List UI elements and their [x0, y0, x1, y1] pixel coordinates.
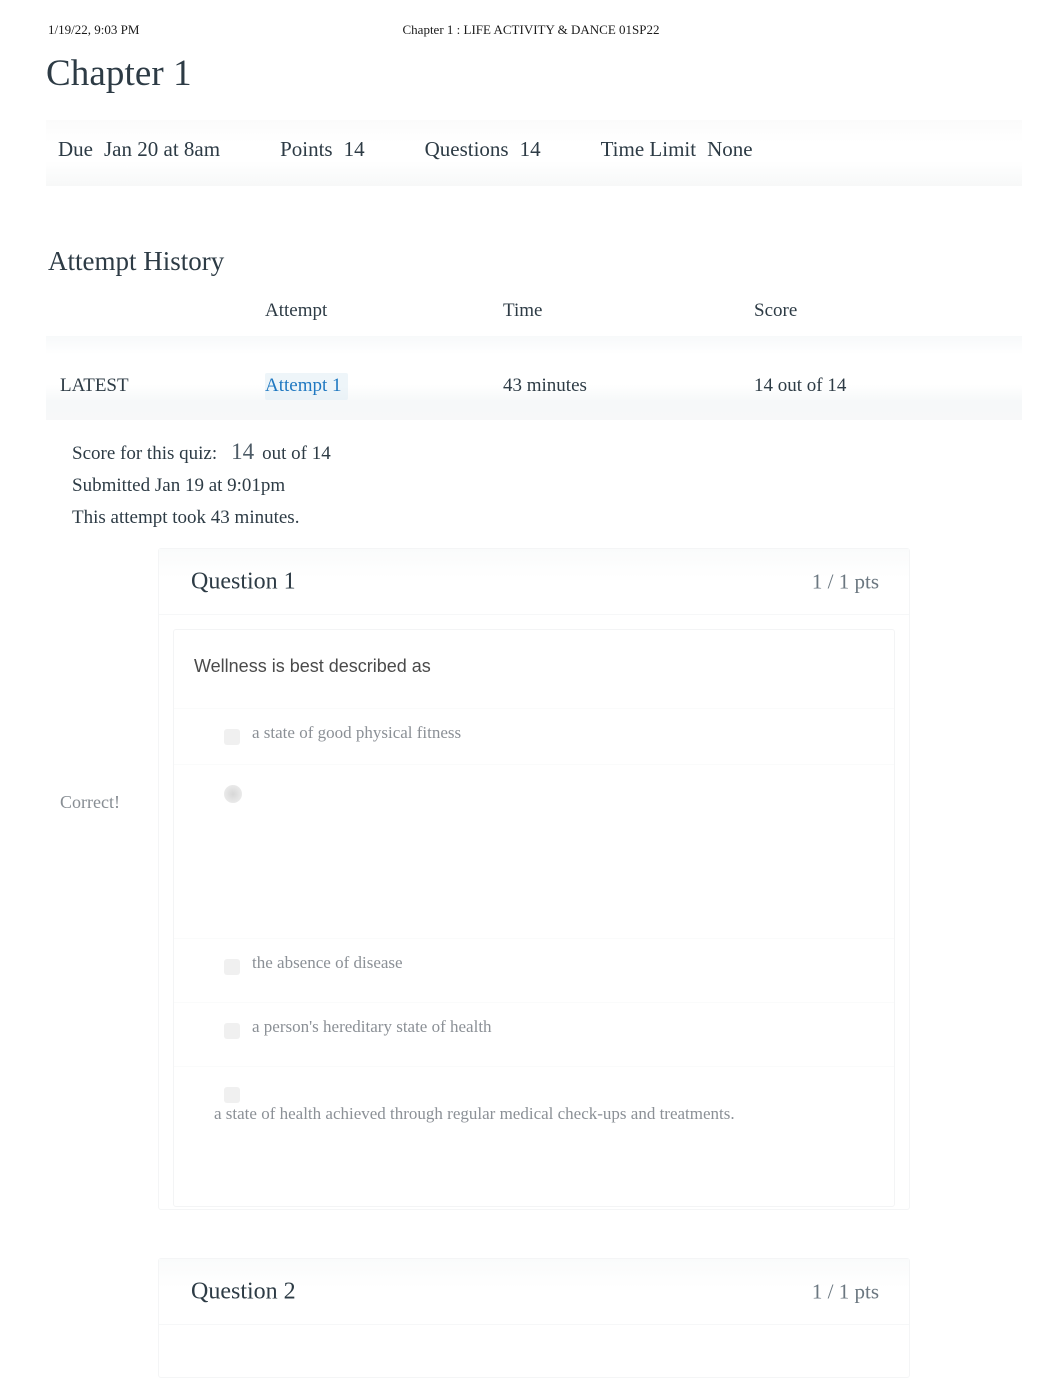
radio-button-icon[interactable]	[224, 1023, 240, 1039]
table-row: LATEST Attempt 1 43 minutes 14 out of 14	[46, 336, 1022, 420]
answer-option[interactable]: a person's hereditary state of health	[174, 1002, 894, 1066]
submitted-line: Submitted Jan 19 at 9:01pm	[72, 475, 286, 496]
score-line: Score for this quiz: 14 out of 14	[72, 436, 331, 470]
due-label: Due	[58, 136, 93, 161]
answer-text: a state of good physical fitness	[252, 723, 462, 742]
question-1-text: Wellness is best described as	[194, 656, 431, 676]
attempt-score: 14 out of 14	[754, 375, 847, 396]
question-1-header: Question 1 1 / 1 pts	[159, 549, 909, 615]
answer-text: the absence of disease	[252, 953, 403, 972]
time-limit-label: Time Limit	[600, 136, 697, 161]
answer-option-selected[interactable]	[174, 764, 894, 938]
score-value: 14	[231, 439, 255, 464]
attempt-history-heading: Attempt History	[48, 246, 225, 276]
print-header: 1/19/22, 9:03 PM Chapter 1 : LIFE ACTIVI…	[0, 22, 1062, 44]
attempt-link-cell: Attempt 1	[265, 373, 348, 400]
answer-option[interactable]: a state of health achieved through regul…	[174, 1066, 894, 1186]
attempt-1-link[interactable]: Attempt 1	[265, 373, 348, 400]
radio-button-selected-icon[interactable]	[224, 785, 242, 803]
question-2-header: Question 2 1 / 1 pts	[159, 1259, 909, 1325]
radio-button-icon[interactable]	[224, 959, 240, 975]
score-label: Score for this quiz:	[72, 443, 218, 464]
answer-text: a person's hereditary state of health	[252, 1017, 492, 1036]
question-1-points: 1 / 1 pts	[811, 569, 879, 593]
score-summary: Score for this quiz: 14 out of 14 Submit…	[72, 436, 331, 534]
question-1-answers: a state of good physical fitness the abs…	[174, 708, 894, 1186]
due-value: Jan 20 at 8am	[104, 136, 221, 161]
question-2-name: Question 2	[191, 1278, 296, 1304]
answer-option[interactable]: a state of good physical fitness	[174, 708, 894, 764]
score-out-of: out of 14	[262, 443, 331, 464]
column-header-score: Score	[754, 300, 798, 321]
print-course-title: Chapter 1 : LIFE ACTIVITY & DANCE 01SP22	[402, 22, 660, 37]
question-2-points: 1 / 1 pts	[811, 1279, 879, 1303]
questions-label: Questions	[424, 136, 509, 161]
duration-line: This attempt took 43 minutes.	[72, 507, 300, 528]
attempt-time: 43 minutes	[503, 375, 587, 396]
answer-text: a state of health achieved through regul…	[214, 1104, 735, 1123]
question-block-2: Question 2 1 / 1 pts	[158, 1258, 910, 1378]
time-limit-value: None	[707, 136, 753, 161]
question-1-name: Question 1	[191, 568, 296, 594]
radio-button-icon[interactable]	[224, 729, 240, 745]
questions-value: 14	[519, 136, 541, 161]
question-1-body: Wellness is best described as a state of…	[173, 629, 895, 1207]
column-header-time: Time	[503, 300, 543, 321]
page-title: Chapter 1	[46, 53, 192, 94]
quiz-meta-row: Due Jan 20 at 8am Points 14 Questions 14…	[58, 128, 753, 170]
column-header-attempt: Attempt	[265, 300, 328, 321]
answer-option[interactable]: the absence of disease	[174, 938, 894, 1002]
attempt-history-table: Attempt Time Score LATEST Attempt 1 43 m…	[46, 300, 1022, 420]
question-block-1: Question 1 1 / 1 pts Wellness is best de…	[158, 548, 910, 1210]
table-header-row: Attempt Time Score	[46, 300, 1022, 336]
points-value: 14	[343, 136, 365, 161]
attempt-kept-badge: LATEST	[60, 375, 129, 396]
correct-indicator: Correct!	[60, 792, 120, 812]
quiz-meta-band: Due Jan 20 at 8am Points 14 Questions 14…	[46, 120, 1022, 186]
points-label: Points	[280, 136, 333, 161]
